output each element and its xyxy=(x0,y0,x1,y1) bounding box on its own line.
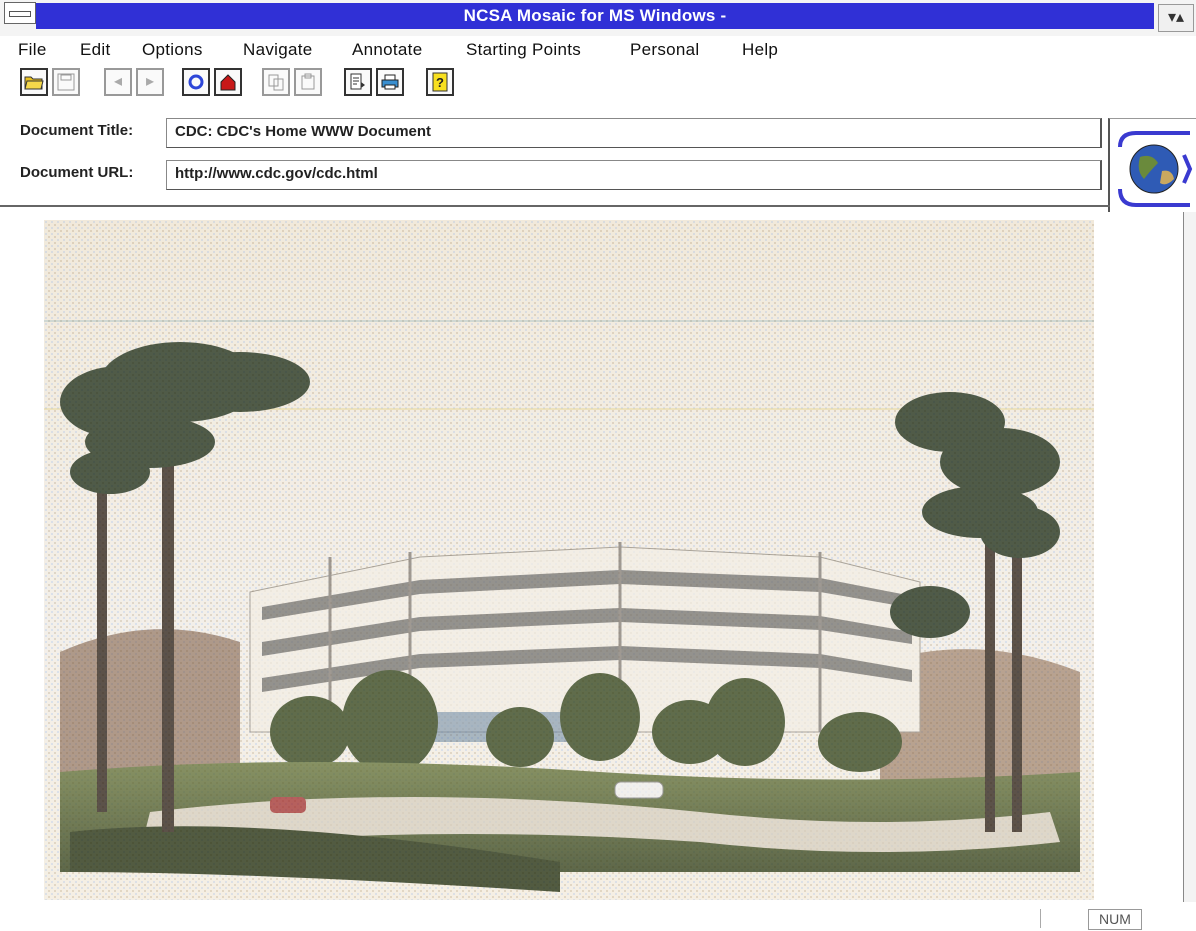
find-icon[interactable] xyxy=(344,68,372,96)
toolbar: ◂ ▸ ? xyxy=(0,66,1196,104)
status-bar: NUM xyxy=(0,906,1196,931)
title-bar: NCSA Mosaic for MS Windows - ▾▴ xyxy=(0,0,1196,36)
document-title-label: Document Title: xyxy=(20,122,134,139)
status-separator xyxy=(1040,909,1041,928)
mosaic-globe-icon[interactable] xyxy=(1108,118,1196,219)
open-icon[interactable] xyxy=(20,68,48,96)
menu-edit[interactable]: Edit xyxy=(80,40,111,60)
divider xyxy=(0,205,1110,207)
document-title-field[interactable]: CDC: CDC's Home WWW Document xyxy=(166,118,1102,148)
reload-icon[interactable] xyxy=(182,68,210,96)
minimize-maximize-button[interactable]: ▾▴ xyxy=(1158,4,1194,32)
paste-icon[interactable] xyxy=(294,68,322,96)
document-url-field[interactable]: http://www.cdc.gov/cdc.html xyxy=(166,160,1102,190)
back-arrow-icon[interactable]: ◂ xyxy=(104,68,132,96)
home-icon[interactable] xyxy=(214,68,242,96)
cdc-building-image xyxy=(44,220,1094,900)
svg-text:?: ? xyxy=(436,75,444,90)
menu-personal[interactable]: Personal xyxy=(630,40,700,60)
document-info-panel: Document Title: CDC: CDC's Home WWW Docu… xyxy=(0,110,1196,219)
menu-bar: File Edit Options Navigate Annotate Star… xyxy=(0,38,1196,64)
document-url-label: Document URL: xyxy=(20,164,134,181)
document-view[interactable] xyxy=(0,212,1183,902)
menu-file[interactable]: File xyxy=(18,40,47,60)
num-lock-indicator: NUM xyxy=(1088,909,1142,930)
copy-icon[interactable] xyxy=(262,68,290,96)
menu-navigate[interactable]: Navigate xyxy=(243,40,313,60)
save-icon[interactable] xyxy=(52,68,80,96)
menu-starting-points[interactable]: Starting Points xyxy=(466,40,581,60)
forward-arrow-icon[interactable]: ▸ xyxy=(136,68,164,96)
help-icon[interactable]: ? xyxy=(426,68,454,96)
menu-options[interactable]: Options xyxy=(142,40,203,60)
vertical-scrollbar[interactable] xyxy=(1183,212,1196,902)
menu-annotate[interactable]: Annotate xyxy=(352,40,422,60)
title-bar-fill: NCSA Mosaic for MS Windows - xyxy=(36,3,1154,29)
menu-help[interactable]: Help xyxy=(742,40,778,60)
system-menu-button[interactable] xyxy=(4,2,36,24)
print-icon[interactable] xyxy=(376,68,404,96)
window-title: NCSA Mosaic for MS Windows - xyxy=(463,6,727,25)
